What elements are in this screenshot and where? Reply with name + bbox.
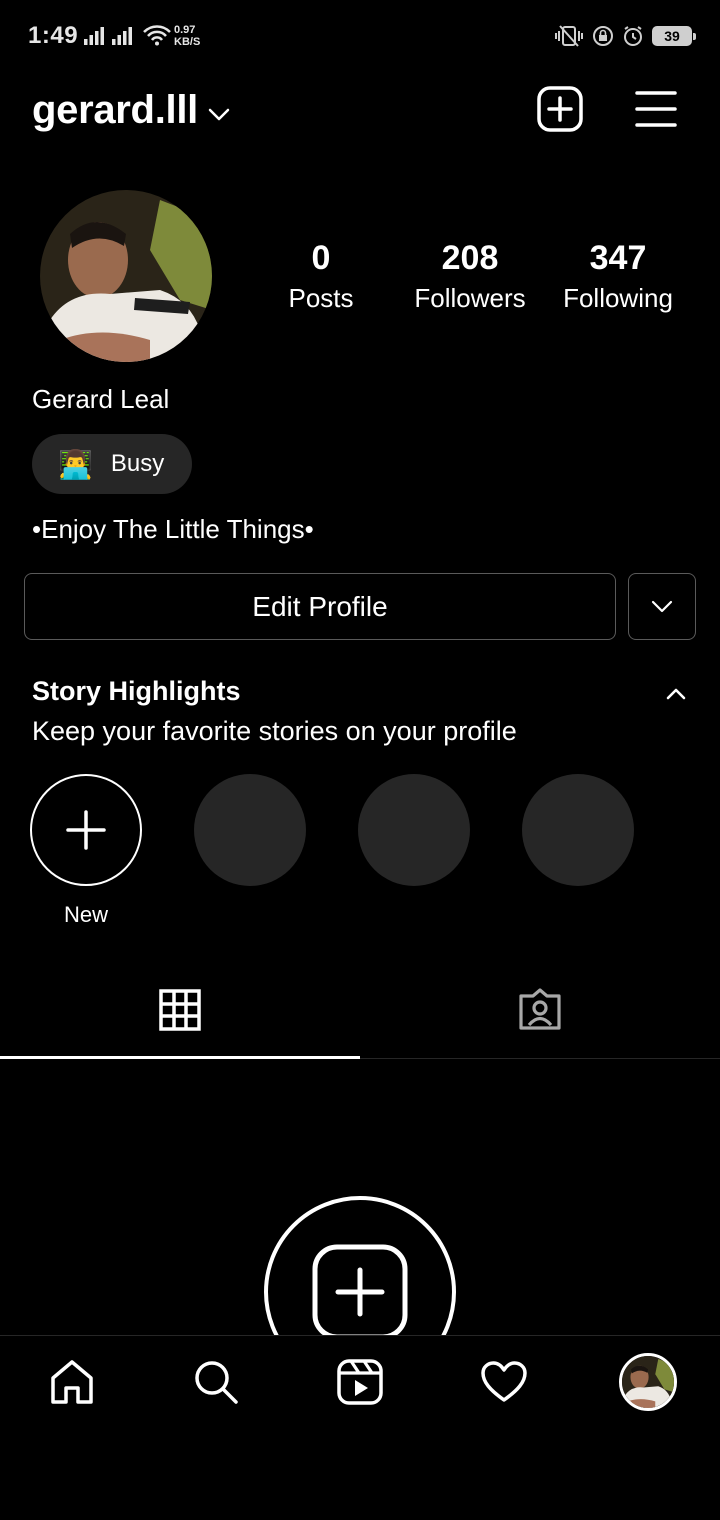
new-highlight-button[interactable] (30, 774, 142, 886)
chevron-down-icon (651, 600, 673, 612)
stat-followers-label: Followers (414, 283, 526, 313)
highlights-subtitle: Keep your favorite stories on your profi… (32, 716, 517, 746)
tab-posts-grid[interactable] (0, 962, 360, 1058)
highlight-placeholder (194, 774, 306, 886)
stat-posts[interactable]: 0 Posts (266, 236, 376, 316)
stat-posts-value: 0 (311, 239, 331, 277)
reels-icon (337, 1359, 383, 1405)
home-icon (51, 1360, 93, 1404)
status-bar: 1:49 0.97 KB/S 39 (0, 0, 720, 72)
stat-followers-value: 208 (441, 239, 499, 277)
stat-following-value: 347 (589, 239, 647, 277)
active-tab-indicator (0, 1056, 360, 1059)
rotation-lock-icon (593, 26, 613, 46)
add-post-icon (312, 1244, 408, 1340)
status-chip[interactable]: 👨‍💻 Busy (32, 434, 192, 494)
edit-profile-button[interactable]: Edit Profile (24, 573, 616, 640)
network-speed-unit: KB/S (174, 36, 201, 48)
highlights-title: Story Highlights (32, 676, 241, 706)
bottom-navigation (0, 1335, 720, 1520)
plus-icon (66, 810, 106, 850)
grid-icon (159, 989, 201, 1031)
stat-followers[interactable]: 208 Followers (402, 236, 538, 316)
signal-icon (84, 27, 104, 45)
wifi-icon (143, 25, 171, 46)
nav-profile[interactable] (616, 1350, 680, 1414)
stat-following[interactable]: 347 Following (552, 236, 684, 316)
heart-icon (481, 1361, 527, 1402)
network-speed-value: 0.97 (174, 24, 196, 36)
stat-posts-label: Posts (288, 283, 354, 313)
battery-indicator: 39 (652, 26, 696, 46)
alarm-icon (624, 26, 642, 46)
nav-activity[interactable] (472, 1350, 536, 1414)
battery-level: 39 (664, 28, 680, 44)
nav-search[interactable] (184, 1350, 248, 1414)
chevron-down-icon (208, 108, 230, 120)
status-time: 1:49 (28, 22, 79, 49)
username-label: gerard.lll (32, 88, 198, 132)
menu-icon (635, 91, 677, 127)
highlight-placeholder (358, 774, 470, 886)
suggested-accounts-button[interactable] (628, 573, 696, 640)
signal-icon-2 (112, 27, 132, 45)
status-emoji: 👨‍💻 (58, 448, 93, 480)
highlights-collapse-button[interactable] (660, 680, 692, 708)
new-highlight-label: New (63, 902, 108, 927)
avatar-photo-small (622, 1356, 674, 1408)
chevron-up-icon (666, 688, 686, 700)
bio: •Enjoy The Little Things• (32, 514, 314, 544)
display-name: Gerard Leal (32, 384, 170, 414)
add-post-button[interactable] (535, 84, 585, 134)
stat-following-label: Following (563, 283, 673, 313)
nav-home[interactable] (40, 1350, 104, 1414)
avatar-photo (40, 190, 212, 362)
tab-tagged[interactable] (360, 962, 720, 1058)
vibrate-icon (555, 25, 583, 47)
search-icon (195, 1361, 238, 1404)
highlight-placeholder (522, 774, 634, 886)
menu-button[interactable] (631, 84, 681, 134)
status-right: 39 (554, 24, 696, 48)
profile-avatar-large[interactable] (40, 190, 212, 362)
tagged-icon (519, 988, 561, 1030)
status-text: Busy (110, 450, 165, 477)
network-speed: 0.97 KB/S (174, 24, 200, 48)
profile-avatar (619, 1353, 677, 1411)
nav-reels[interactable] (328, 1350, 392, 1414)
username-switcher[interactable]: gerard.lll (32, 88, 230, 133)
add-post-icon (537, 86, 583, 132)
